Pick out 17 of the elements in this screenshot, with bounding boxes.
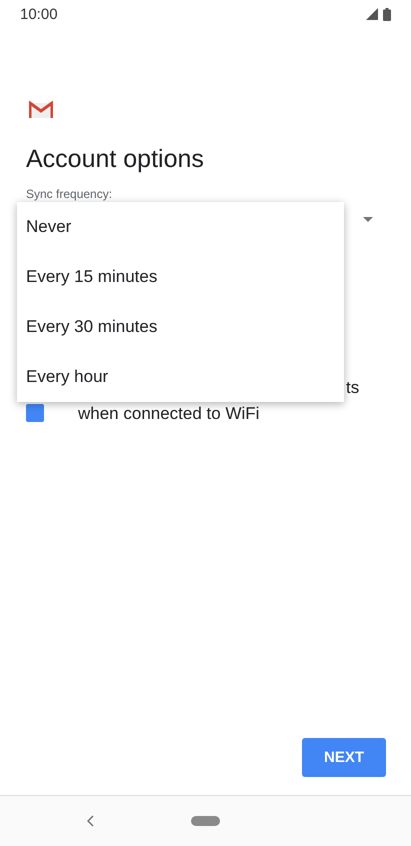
- back-icon[interactable]: [87, 815, 94, 827]
- signal-icon: [366, 8, 378, 20]
- checkbox-label-fragment: ts: [346, 377, 360, 399]
- page-title: Account options: [26, 145, 205, 174]
- menu-option[interactable]: Every hour: [17, 352, 344, 402]
- battery-icon: [383, 8, 391, 20]
- checkbox-label: when connected to WiFi: [78, 403, 260, 425]
- mail-logo-icon: [29, 101, 53, 119]
- status-time: 10:00: [20, 6, 58, 22]
- dropdown-caret-icon[interactable]: [363, 216, 373, 222]
- menu-option[interactable]: Every 30 minutes: [17, 302, 344, 352]
- menu-option[interactable]: Every 15 minutes: [17, 252, 344, 302]
- sync-frequency-label: Sync frequency:: [26, 187, 114, 201]
- home-button[interactable]: [191, 816, 220, 826]
- menu-option[interactable]: Never: [17, 202, 344, 252]
- checkbox[interactable]: [26, 404, 44, 422]
- next-button[interactable]: NEXT: [302, 738, 386, 777]
